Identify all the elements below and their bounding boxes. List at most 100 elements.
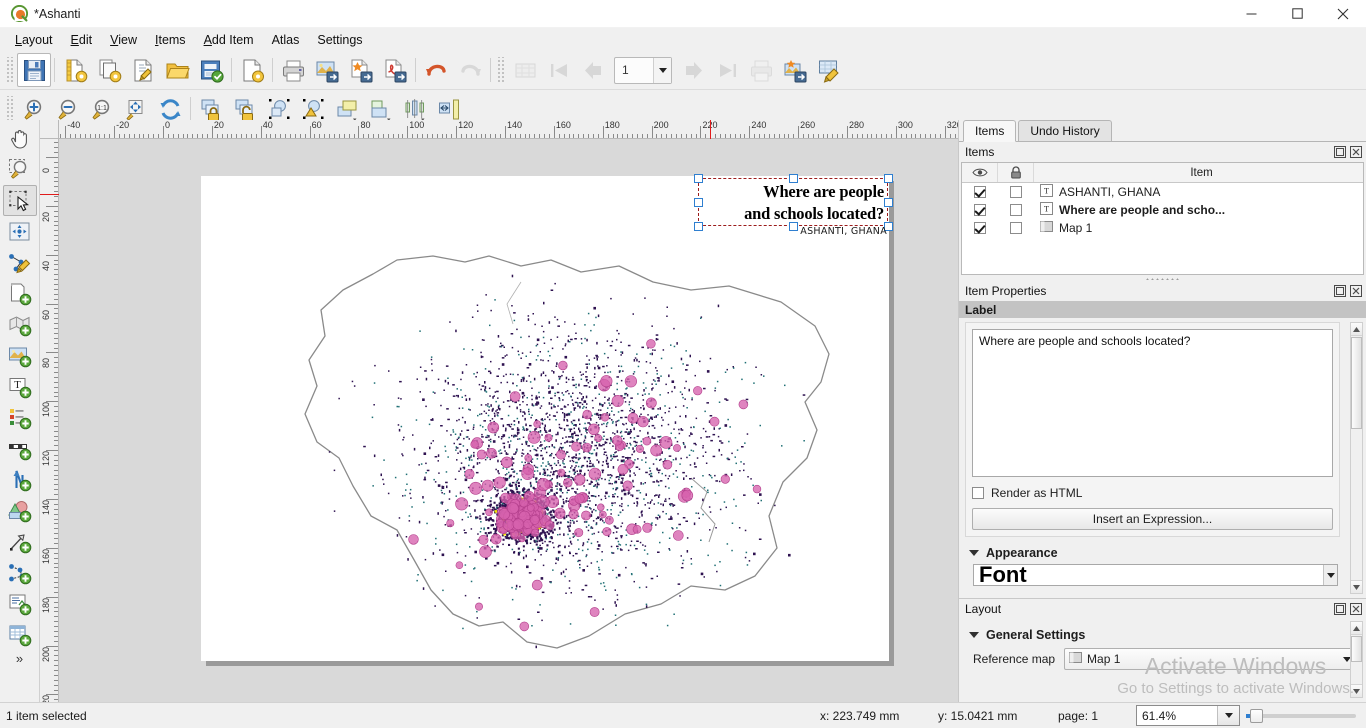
- export-svg-button[interactable]: [344, 53, 378, 87]
- pan-layout-tool[interactable]: [3, 123, 37, 154]
- table-row[interactable]: T ASHANTI, GHANA: [962, 183, 1363, 201]
- resize-handle-ne[interactable]: [884, 174, 893, 183]
- vertical-ruler[interactable]: 020406080100120140160180200220: [40, 139, 59, 702]
- close-button[interactable]: [1320, 0, 1366, 28]
- items-list-table[interactable]: Item T ASHANTI, GHANA T Where are people…: [961, 162, 1364, 275]
- atlas-feature-spinbox[interactable]: 1: [614, 56, 672, 84]
- zoom-slider-knob[interactable]: [1250, 708, 1263, 723]
- row-item-cell[interactable]: Map 1: [1034, 220, 1363, 236]
- render-as-html-checkbox[interactable]: [972, 487, 984, 499]
- table-row[interactable]: T Where are people and scho...: [962, 201, 1363, 219]
- items-panel-float-icon[interactable]: [1333, 145, 1347, 159]
- atlas-export-image-button[interactable]: [778, 53, 812, 87]
- resize-handle-sw[interactable]: [694, 222, 703, 231]
- atlas-feature-value[interactable]: 1: [615, 63, 653, 77]
- scroll-up-arrow[interactable]: [1351, 622, 1362, 635]
- atlas-settings-button[interactable]: [812, 53, 846, 87]
- insert-expression-button[interactable]: Insert an Expression...: [972, 508, 1333, 530]
- menu-edit[interactable]: Edit: [62, 30, 102, 50]
- scroll-up-arrow[interactable]: [1351, 323, 1362, 336]
- add-node-item-button[interactable]: [3, 557, 37, 588]
- horizontal-ruler[interactable]: -40-200204060801001201401601802002202402…: [40, 120, 958, 139]
- toolbox-overflow-button[interactable]: »: [16, 651, 23, 666]
- resize-handle-w[interactable]: [694, 198, 703, 207]
- menu-view[interactable]: View: [101, 30, 146, 50]
- item-properties-float-icon[interactable]: [1333, 284, 1347, 298]
- move-item-content-tool[interactable]: [3, 216, 37, 247]
- add-north-arrow-button[interactable]: [3, 464, 37, 495]
- add-arrow-button[interactable]: [3, 526, 37, 557]
- row-item-cell[interactable]: T Where are people and scho...: [1034, 202, 1363, 218]
- scrollbar-thumb[interactable]: [1351, 337, 1362, 429]
- print-button[interactable]: [276, 53, 310, 87]
- select-move-item-tool[interactable]: [2, 185, 37, 216]
- reference-map-combo[interactable]: Map 1: [1064, 648, 1356, 670]
- row-lock-checkbox[interactable]: [998, 204, 1034, 216]
- appearance-section-toggle[interactable]: Appearance: [969, 546, 1346, 560]
- add-label-button[interactable]: T: [3, 371, 37, 402]
- add-scalebar-button[interactable]: [3, 433, 37, 464]
- zoom-level-value[interactable]: 61.4%: [1137, 709, 1217, 723]
- scrollbar-thumb[interactable]: [1351, 636, 1362, 662]
- resize-handle-e[interactable]: [884, 198, 893, 207]
- general-settings-toggle[interactable]: General Settings: [969, 628, 1366, 642]
- layout-panel-scrollbar[interactable]: [1350, 621, 1363, 698]
- zoom-tool[interactable]: [3, 154, 37, 185]
- add-legend-button[interactable]: [3, 402, 37, 433]
- zoom-dropdown-arrow[interactable]: [1217, 706, 1239, 725]
- add-attribute-table-button[interactable]: [3, 619, 37, 650]
- font-dropdown-arrow[interactable]: [1323, 565, 1337, 585]
- layout-scene[interactable]: Where are people and schools located? AS…: [59, 139, 958, 702]
- subtitle-label-item[interactable]: ASHANTI, GHANA: [767, 226, 887, 237]
- row-lock-checkbox[interactable]: [998, 186, 1034, 198]
- menu-add-item[interactable]: Add Item: [195, 30, 263, 50]
- page-properties-button[interactable]: [235, 53, 269, 87]
- add-map-button[interactable]: [3, 309, 37, 340]
- zoom-slider[interactable]: [1246, 708, 1356, 723]
- resize-handle-n[interactable]: [789, 174, 798, 183]
- tab-undo-history[interactable]: Undo History: [1018, 120, 1112, 141]
- atlas-toolbar-grip[interactable]: [497, 57, 505, 83]
- label-text-input[interactable]: Where are people and schools located?: [972, 329, 1333, 477]
- map-item[interactable]: [221, 186, 869, 656]
- add-page-button[interactable]: [3, 278, 37, 309]
- row-item-cell[interactable]: T ASHANTI, GHANA: [1034, 184, 1363, 200]
- item-properties-scrollbar[interactable]: [1350, 322, 1363, 594]
- tab-items[interactable]: Items: [963, 120, 1017, 142]
- export-image-button[interactable]: [310, 53, 344, 87]
- layout-canvas-area[interactable]: -40-200204060801001201401601802002202402…: [40, 120, 958, 702]
- maximize-button[interactable]: [1274, 0, 1320, 28]
- toolbar-grip[interactable]: [6, 57, 14, 83]
- scroll-down-arrow[interactable]: [1351, 580, 1362, 593]
- open-layout-button[interactable]: [160, 53, 194, 87]
- menu-layout[interactable]: Layout: [6, 30, 62, 50]
- render-as-html-row[interactable]: Render as HTML: [972, 486, 1333, 500]
- row-visibility-checkbox[interactable]: [962, 204, 998, 216]
- row-visibility-checkbox[interactable]: [962, 222, 998, 234]
- export-pdf-button[interactable]: [378, 53, 412, 87]
- layout-panel-float-icon[interactable]: [1333, 602, 1347, 616]
- undo-button[interactable]: [419, 53, 453, 87]
- layout-page[interactable]: Where are people and schools located? AS…: [201, 174, 893, 661]
- items-panel-close-icon[interactable]: [1349, 145, 1363, 159]
- row-lock-checkbox[interactable]: [998, 222, 1034, 234]
- item-properties-close-icon[interactable]: [1349, 284, 1363, 298]
- atlas-feature-dropdown-arrow[interactable]: [653, 57, 671, 83]
- layout-panel-close-icon[interactable]: [1349, 602, 1363, 616]
- title-label-item[interactable]: Where are people and schools located?: [694, 174, 893, 231]
- nav-toolbar-grip[interactable]: [6, 96, 14, 122]
- minimize-button[interactable]: [1228, 0, 1274, 28]
- item-properties-body[interactable]: Where are people and schools located? Re…: [959, 318, 1366, 598]
- row-visibility-checkbox[interactable]: [962, 186, 998, 198]
- add-picture-button[interactable]: [3, 340, 37, 371]
- save-project-button[interactable]: [17, 53, 51, 87]
- save-as-template-button[interactable]: [194, 53, 228, 87]
- add-shape-button[interactable]: [3, 495, 37, 526]
- menu-settings[interactable]: Settings: [308, 30, 371, 50]
- resize-handle-nw[interactable]: [694, 174, 703, 183]
- scroll-down-arrow[interactable]: [1351, 684, 1362, 697]
- layout-manager-button[interactable]: [126, 53, 160, 87]
- new-layout-button[interactable]: [58, 53, 92, 87]
- duplicate-layout-button[interactable]: [92, 53, 126, 87]
- font-combo[interactable]: Font: [973, 564, 1338, 586]
